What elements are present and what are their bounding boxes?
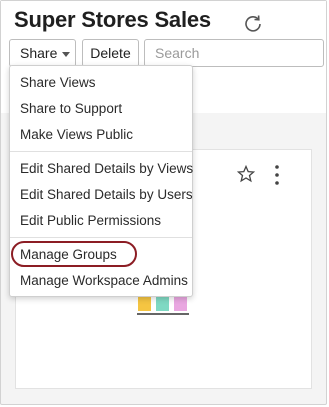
menu-item-edit-shared-details-by-users[interactable]: Edit Shared Details by Users: [20, 187, 193, 202]
menu-item-make-views-public[interactable]: Make Views Public: [20, 127, 133, 142]
chevron-down-icon: [62, 51, 71, 57]
share-button-label: Share: [20, 45, 58, 61]
menu-item-edit-shared-details-by-views[interactable]: Edit Shared Details by Views: [20, 161, 193, 176]
refresh-icon[interactable]: [243, 13, 263, 33]
page-title: Super Stores Sales: [14, 7, 211, 32]
menu-divider: [10, 151, 192, 152]
star-outline-icon[interactable]: [237, 165, 255, 183]
delete-button-label: Delete: [90, 45, 131, 61]
highlight-ring: [11, 241, 137, 267]
menu-item-share-to-support[interactable]: Share to Support: [20, 101, 122, 116]
menu-item-manage-workspace-admins[interactable]: Manage Workspace Admins: [20, 273, 188, 288]
menu-divider: [10, 237, 192, 238]
view-thumbnail-icon: [137, 297, 189, 315]
menu-item-edit-public-permissions[interactable]: Edit Public Permissions: [20, 213, 161, 228]
vertical-more-icon[interactable]: [272, 164, 282, 186]
app-window: Super Stores Sales Share Delete ) Share …: [0, 0, 327, 405]
menu-item-share-views[interactable]: Share Views: [20, 75, 96, 90]
delete-button[interactable]: Delete: [82, 39, 139, 67]
share-button[interactable]: Share: [9, 39, 76, 67]
search-input[interactable]: [144, 39, 324, 67]
